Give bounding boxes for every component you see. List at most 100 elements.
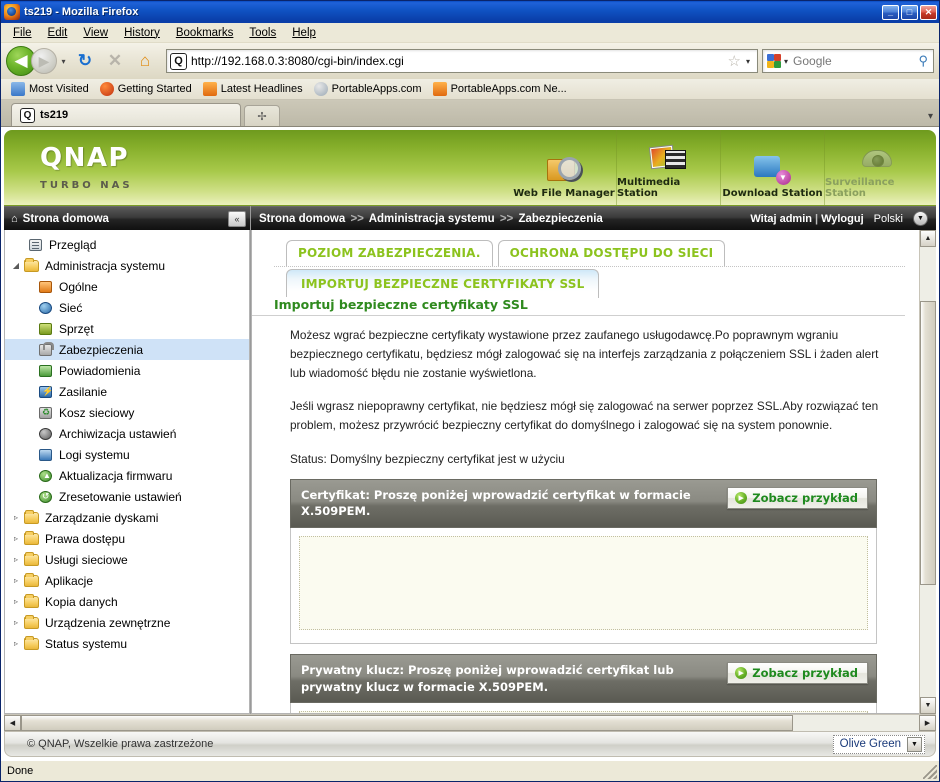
view-example-private-key-button[interactable]: ▶ Zobacz przykład bbox=[727, 662, 868, 684]
address-bar[interactable]: Q http://192.168.0.3:8080/cgi-bin/index.… bbox=[166, 49, 758, 73]
menu-file[interactable]: File bbox=[5, 25, 40, 41]
sidebar-item-zabezpieczenia[interactable]: Zabezpieczenia bbox=[5, 339, 249, 360]
chevron-right-icon[interactable]: ▹ bbox=[9, 639, 23, 648]
resize-grip[interactable] bbox=[923, 765, 937, 779]
browser-tab-ts219[interactable]: Q ts219 bbox=[11, 103, 241, 126]
sidebar-item-aktualizacja-firmwaru[interactable]: Aktualizacja firmwaru bbox=[5, 465, 249, 486]
home-icon[interactable]: ⌂ bbox=[132, 48, 158, 74]
theme-select[interactable]: Olive Green ▼ bbox=[832, 734, 925, 754]
horizontal-scroll-track[interactable] bbox=[21, 715, 919, 731]
bookmark-portableapps-news[interactable]: PortableApps.com Ne... bbox=[429, 82, 571, 96]
bookmark-portableapps[interactable]: PortableApps.com bbox=[310, 82, 426, 96]
sidebar-item-kosz-sieciowy[interactable]: Kosz sieciowy bbox=[5, 402, 249, 423]
chevron-down-icon[interactable]: ◢ bbox=[9, 261, 23, 270]
chevron-down-icon[interactable]: ▼ bbox=[907, 736, 922, 752]
menu-view-label: View bbox=[83, 26, 109, 39]
chevron-right-icon[interactable]: ▹ bbox=[9, 597, 23, 606]
search-bar[interactable]: ▾ Google ⚲ bbox=[762, 49, 934, 73]
list-all-tabs-icon[interactable]: ▾ bbox=[928, 111, 933, 122]
menu-tools[interactable]: Tools bbox=[241, 25, 284, 41]
sidebar-collapse-button[interactable]: « bbox=[228, 210, 246, 227]
sidebar-item-kopia-danych[interactable]: ▹ Kopia danych bbox=[5, 591, 249, 612]
url-text[interactable]: http://192.168.0.3:8080/cgi-bin/index.cg… bbox=[191, 54, 724, 68]
breadcrumb-part-2[interactable]: Administracja systemu bbox=[369, 213, 495, 225]
vertical-scroll-track[interactable] bbox=[920, 247, 936, 697]
scroll-up-button[interactable]: ▲ bbox=[920, 230, 936, 247]
sidebar-item-zarzadzanie-dyskami[interactable]: ▹ Zarządzanie dyskami bbox=[5, 507, 249, 528]
sidebar-item-prawa-dostepu[interactable]: ▹ Prawa dostępu bbox=[5, 528, 249, 549]
chevron-down-icon[interactable]: ▼ bbox=[913, 211, 928, 226]
scroll-right-button[interactable]: ▶ bbox=[919, 715, 936, 731]
breadcrumb-part-1[interactable]: Strona domowa bbox=[259, 213, 345, 225]
menu-view[interactable]: View bbox=[75, 25, 116, 41]
sidebar-item-siec[interactable]: Sieć bbox=[5, 297, 249, 318]
sidebar-item-urzadzenia-zewnetrzne[interactable]: ▹ Urządzenia zewnętrzne bbox=[5, 612, 249, 633]
sidebar: ⌂ Strona domowa « Przegląd ◢ Administrac… bbox=[4, 206, 251, 714]
certificate-textarea[interactable] bbox=[299, 536, 868, 630]
sidebar-item-label: Zresetowanie ustawień bbox=[59, 489, 182, 504]
logout-link[interactable]: Wyloguj bbox=[821, 213, 864, 225]
sidebar-item-ogolne[interactable]: Ogólne bbox=[5, 276, 249, 297]
minimize-button[interactable]: _ bbox=[882, 4, 899, 20]
sidebar-item-label: Sprzęt bbox=[59, 321, 94, 336]
tab-ochrona-dostepu-do-sieci[interactable]: OCHRONA DOSTĘPU DO SIECI bbox=[497, 240, 726, 266]
app-multimedia-station[interactable]: Multimedia Station bbox=[616, 130, 720, 205]
backup-icon bbox=[37, 426, 55, 442]
bookmark-label: PortableApps.com bbox=[331, 83, 422, 95]
sidebar-item-archiwizacja-ustawien[interactable]: Archiwizacja ustawień bbox=[5, 423, 249, 444]
chevron-right-icon[interactable]: ▹ bbox=[9, 513, 23, 522]
close-button[interactable]: ✕ bbox=[920, 4, 937, 20]
menu-help[interactable]: Help bbox=[284, 25, 324, 41]
maximize-button[interactable]: □ bbox=[901, 4, 918, 20]
menu-bookmarks-label: Bookmarks bbox=[175, 26, 234, 39]
reload-icon[interactable]: ↻ bbox=[72, 48, 98, 74]
menu-edit[interactable]: Edit bbox=[40, 25, 76, 41]
chevron-right-icon[interactable]: ▹ bbox=[9, 576, 23, 585]
web-file-manager-icon bbox=[545, 153, 583, 185]
vertical-scroll-thumb[interactable] bbox=[920, 301, 936, 585]
menubar: File Edit View History Bookmarks Tools H… bbox=[1, 23, 939, 43]
breadcrumb-part-3[interactable]: Zabezpieczenia bbox=[518, 213, 602, 225]
search-input[interactable]: Google bbox=[793, 54, 918, 68]
tab-importuj-bezpieczne-certyfikaty-ssl[interactable]: IMPORTUJ BEZPIECZNE CERTYFIKATY SSL bbox=[286, 269, 600, 298]
bookmark-most-visited[interactable]: Most Visited bbox=[7, 82, 93, 96]
sidebar-item-administracja-systemu[interactable]: ◢ Administracja systemu bbox=[5, 255, 249, 276]
sidebar-item-status-systemu[interactable]: ▹ Status systemu bbox=[5, 633, 249, 654]
sidebar-item-sprzet[interactable]: Sprzęt bbox=[5, 318, 249, 339]
bookmark-star-icon[interactable]: ☆ bbox=[724, 52, 745, 70]
sidebar-item-logi-systemu[interactable]: Logi systemu bbox=[5, 444, 249, 465]
bookmark-latest-headlines[interactable]: Latest Headlines bbox=[199, 82, 307, 96]
scroll-down-button[interactable]: ▼ bbox=[920, 697, 936, 714]
search-icon[interactable]: ⚲ bbox=[918, 53, 930, 69]
chevron-right-icon[interactable]: ▹ bbox=[9, 534, 23, 543]
tab-poziom-zabezpieczenia[interactable]: POZIOM ZABEZPIECZENIA. bbox=[286, 240, 493, 266]
content-horizontal-scrollbar[interactable]: ◀ ▶ bbox=[4, 714, 936, 731]
menu-history[interactable]: History bbox=[116, 25, 168, 41]
chevron-right-icon[interactable]: ▹ bbox=[9, 555, 23, 564]
sidebar-item-aplikacje[interactable]: ▹ Aplikacje bbox=[5, 570, 249, 591]
app-surveillance-station[interactable]: Surveillance Station bbox=[824, 130, 928, 205]
menu-bookmarks[interactable]: Bookmarks bbox=[168, 25, 242, 41]
sidebar-item-zasilanie[interactable]: Zasilanie bbox=[5, 381, 249, 402]
hardware-icon bbox=[37, 321, 55, 337]
new-tab-button[interactable]: ✢ bbox=[244, 105, 280, 126]
bookmark-getting-started[interactable]: Getting Started bbox=[96, 82, 196, 96]
scroll-left-button[interactable]: ◀ bbox=[4, 715, 21, 731]
content-vertical-scrollbar[interactable]: ▲ ▼ bbox=[919, 230, 936, 714]
sidebar-item-label: Przegląd bbox=[49, 237, 97, 252]
horizontal-scroll-thumb[interactable] bbox=[21, 715, 794, 731]
history-dropdown-icon[interactable]: ▾ bbox=[57, 50, 70, 72]
chevron-right-icon[interactable]: ▹ bbox=[9, 618, 23, 627]
menu-help-label: Help bbox=[292, 26, 316, 39]
search-engine-chevron-icon[interactable]: ▾ bbox=[784, 57, 793, 66]
download-station-icon bbox=[753, 153, 792, 185]
sidebar-item-uslugi-sieciowe[interactable]: ▹ Usługi sieciowe bbox=[5, 549, 249, 570]
app-download-station[interactable]: Download Station bbox=[720, 130, 824, 205]
private-key-textarea[interactable] bbox=[299, 711, 868, 713]
view-example-certificate-button[interactable]: ▶ Zobacz przykład bbox=[727, 486, 868, 509]
sidebar-item-zresetowanie-ustawien[interactable]: Zresetowanie ustawień bbox=[5, 486, 249, 507]
sidebar-item-powiadomienia[interactable]: Powiadomienia bbox=[5, 360, 249, 381]
chevron-down-icon[interactable]: ▾ bbox=[745, 57, 754, 66]
app-web-file-manager[interactable]: Web File Manager bbox=[512, 130, 616, 205]
sidebar-item-przeglad[interactable]: Przegląd bbox=[5, 234, 249, 255]
